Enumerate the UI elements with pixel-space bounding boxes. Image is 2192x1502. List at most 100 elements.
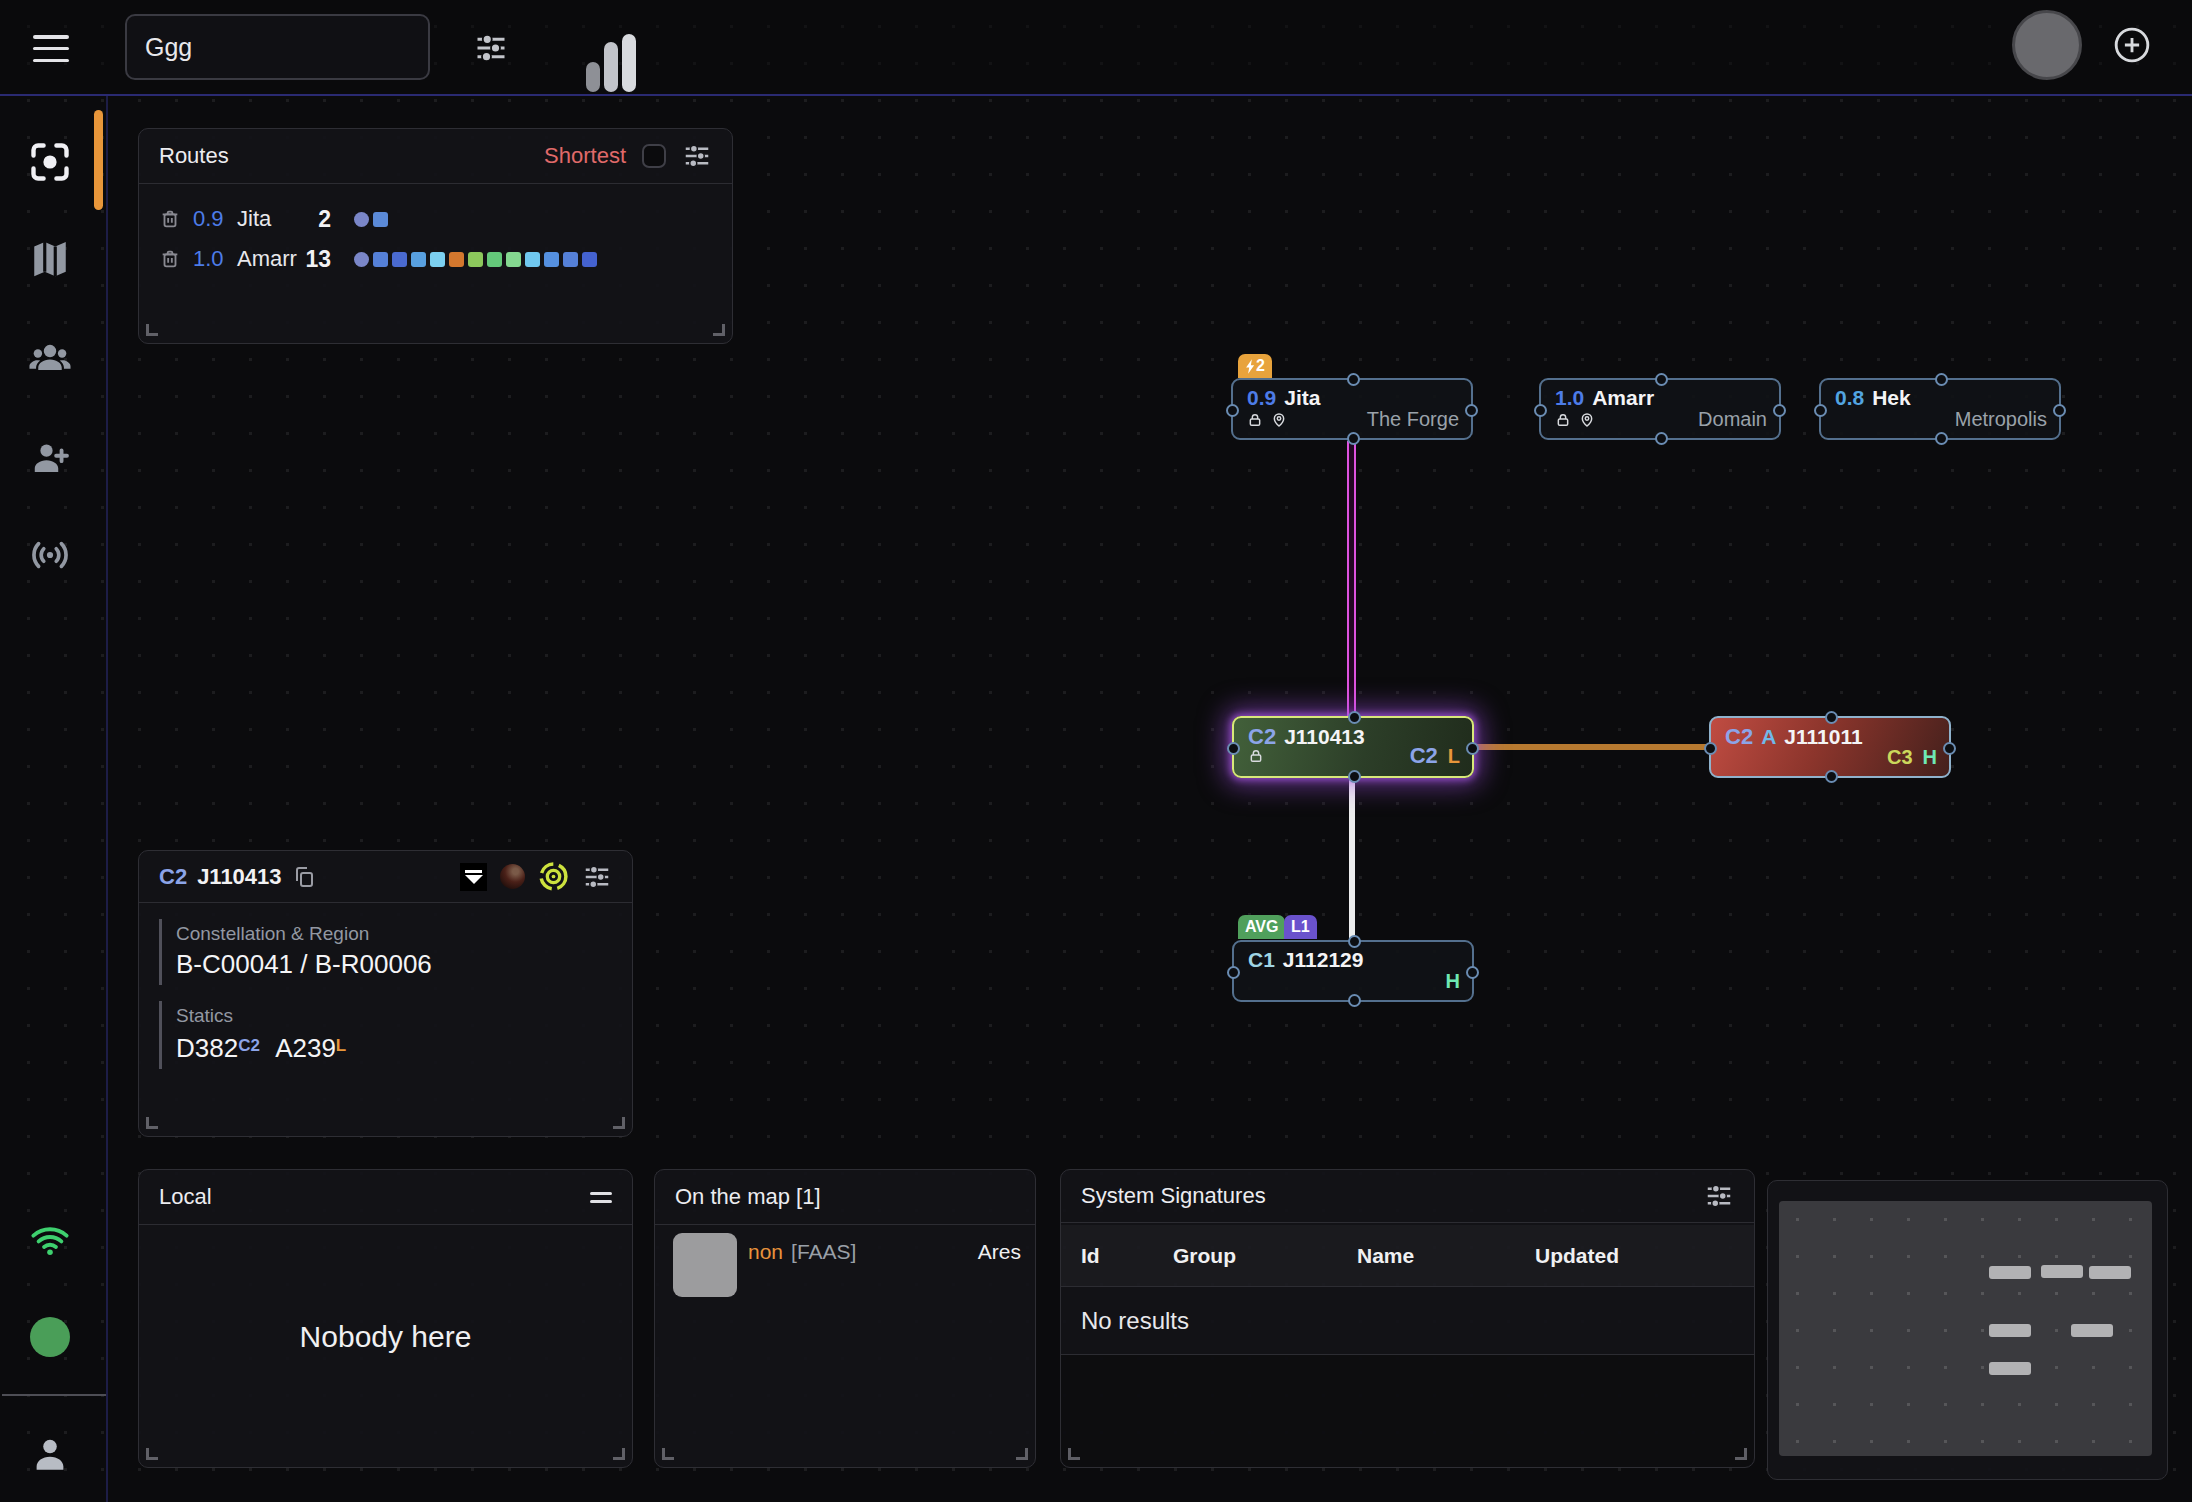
- static-class: C2: [1410, 743, 1438, 769]
- connection-status: [28, 1218, 72, 1262]
- signatures-table-header: Id Group Name Updated: [1061, 1225, 1754, 1287]
- system-node-j111011[interactable]: C2 A J111011 C3 H: [1709, 716, 1951, 778]
- route-step-square: [392, 252, 407, 267]
- connection-j110413-j112129[interactable]: [1349, 779, 1355, 941]
- avg-badge: AVG: [1238, 915, 1285, 939]
- route-step-square: [411, 252, 426, 267]
- route-row-amarr[interactable]: 1.0 Amarr 13: [139, 239, 732, 279]
- plus-circle-icon: [2113, 26, 2151, 64]
- route-step-square: [373, 252, 388, 267]
- pin-icon: [1579, 412, 1595, 428]
- system-name: J110413: [197, 864, 281, 890]
- corp-ticker: [FAAS]: [791, 1240, 856, 1264]
- maps-tab[interactable]: [28, 237, 72, 281]
- local-empty-text: Nobody here: [139, 1320, 632, 1354]
- characters-tab[interactable]: [28, 336, 72, 380]
- signatures-title: System Signatures: [1081, 1183, 1266, 1209]
- route-row-jita[interactable]: 0.9 Jita 2: [139, 199, 732, 239]
- wormhole-mapper-app: 2 0.9Jita The Forge 1.0Amarr Domain 0.8H…: [0, 0, 2192, 1502]
- system-node-amarr[interactable]: 1.0Amarr Domain: [1539, 378, 1781, 440]
- route-step-circle: [354, 212, 369, 227]
- minimap-panel[interactable]: [1767, 1180, 2168, 1480]
- routes-title: Routes: [159, 143, 229, 169]
- person-add-icon: [29, 437, 71, 479]
- pilot-row[interactable]: non [FAAS] Ares: [673, 1233, 1021, 1297]
- system-node-jita[interactable]: 0.9Jita The Forge: [1231, 378, 1473, 440]
- jump-count: 2: [259, 206, 331, 233]
- local-panel: Local Nobody here: [138, 1169, 633, 1468]
- pilot-name: non: [748, 1240, 783, 1264]
- minimap-node: [1989, 1266, 2031, 1279]
- system-info-panel: C2 J110413 Constellation & Regio: [138, 850, 633, 1137]
- wh-class: C1: [1248, 948, 1275, 972]
- minimap-node: [2041, 1265, 2083, 1278]
- info-settings-icon[interactable]: [582, 862, 612, 892]
- region-label: Metropolis: [1955, 408, 2047, 431]
- minimap-viewport[interactable]: [1779, 1201, 2152, 1456]
- shortest-label: Shortest: [544, 143, 626, 169]
- col-group[interactable]: Group: [1173, 1244, 1236, 1268]
- connection-j110413-j111011[interactable]: [1474, 744, 1710, 750]
- system-node-j112129[interactable]: C1J112129 H: [1232, 940, 1474, 1002]
- jita-connections-badge: 2: [1238, 354, 1272, 378]
- route-path: [354, 212, 388, 227]
- col-updated[interactable]: Updated: [1535, 1244, 1619, 1268]
- system-class: C2: [159, 864, 187, 890]
- sort-thumbnail-icon[interactable]: [460, 863, 487, 891]
- security-status: 0.9: [1247, 386, 1276, 410]
- signatures-settings-icon[interactable]: [1704, 1181, 1734, 1211]
- jump-count: 13: [259, 246, 331, 273]
- delete-route-icon[interactable]: [159, 208, 181, 230]
- statistics-button[interactable]: [586, 34, 638, 92]
- menu-button[interactable]: [33, 35, 69, 62]
- on-the-map-panel: On the map [1] non [FAAS] Ares: [654, 1169, 1036, 1468]
- sidebar: [0, 96, 108, 1502]
- sliders-icon: [471, 30, 511, 66]
- routes-header: Routes Shortest: [139, 129, 732, 184]
- focus-icon: [28, 140, 72, 184]
- focus-map-tab[interactable]: [28, 140, 72, 184]
- minimap-node: [1989, 1324, 2031, 1337]
- connection-jita-j110413[interactable]: [1347, 441, 1356, 717]
- online-status-dot: [30, 1317, 70, 1357]
- on-map-title: On the map [1]: [675, 1184, 821, 1210]
- security-status: 1.0: [1555, 386, 1584, 410]
- sun-type-icon[interactable]: [500, 864, 525, 889]
- l1-badge: L1: [1284, 915, 1317, 939]
- system-node-j110413-selected[interactable]: C2J110413 C2 L: [1232, 716, 1474, 778]
- system-node-hek[interactable]: 0.8Hek Metropolis: [1819, 378, 2061, 440]
- wifi-icon: [29, 1219, 71, 1261]
- signatures-empty-row: No results: [1061, 1287, 1754, 1355]
- shortest-checkbox[interactable]: [642, 144, 666, 168]
- system-signatures-panel: System Signatures Id Group Name Updated …: [1060, 1169, 1755, 1468]
- static-sec: L: [1448, 745, 1460, 768]
- effect-ring-icon[interactable]: [538, 861, 569, 892]
- person-icon: [28, 1433, 72, 1477]
- tracking-tab[interactable]: [28, 533, 72, 577]
- minimap-node: [2089, 1266, 2131, 1279]
- col-id[interactable]: Id: [1081, 1244, 1100, 1268]
- route-step-square: [525, 252, 540, 267]
- route-step-square: [544, 252, 559, 267]
- sidebar-divider: [2, 1394, 106, 1396]
- static-class: C3: [1887, 746, 1913, 769]
- add-button[interactable]: [2112, 25, 2152, 65]
- route-path: [354, 252, 597, 267]
- copy-icon[interactable]: [292, 865, 316, 889]
- lock-icon: [1555, 412, 1571, 428]
- map-settings-button[interactable]: [470, 28, 512, 68]
- profile-tab[interactable]: [28, 1433, 72, 1477]
- map-name-input[interactable]: [125, 14, 430, 80]
- col-name[interactable]: Name: [1357, 1244, 1414, 1268]
- routes-panel: Routes Shortest 0.9 Jita 2 1.0: [138, 128, 733, 344]
- lightning-icon: [1245, 359, 1256, 374]
- add-character-tab[interactable]: [28, 436, 72, 480]
- broadcast-icon: [28, 533, 72, 577]
- local-menu-icon[interactable]: [590, 1187, 612, 1208]
- user-avatar[interactable]: [2012, 10, 2082, 80]
- delete-route-icon[interactable]: [159, 248, 181, 270]
- minimap-node: [2071, 1324, 2113, 1337]
- static-sec: H: [1923, 746, 1937, 769]
- constellation-region-section: Constellation & Region B-C00041 / B-R000…: [159, 919, 632, 985]
- routes-settings-icon[interactable]: [682, 141, 712, 171]
